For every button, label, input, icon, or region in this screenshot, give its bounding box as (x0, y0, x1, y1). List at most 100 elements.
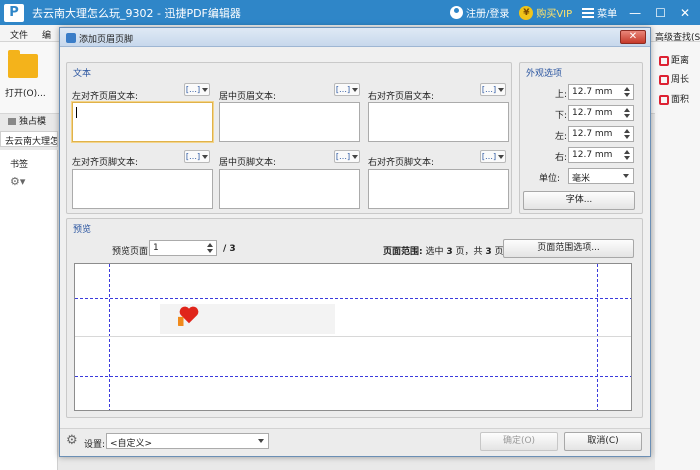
center-header-input[interactable] (219, 102, 360, 142)
page-range-text-1: 选中 (425, 247, 444, 257)
margin-bottom-spinner[interactable]: 12.7 mm (568, 105, 634, 121)
menu-edit[interactable]: 编 (42, 28, 51, 41)
insert-macro-icon: […] (481, 152, 497, 161)
right-tool-pane (655, 42, 700, 470)
spinner-arrows-icon[interactable] (623, 107, 631, 119)
center-footer-input[interactable] (219, 169, 360, 209)
font-button[interactable]: 字体... (523, 191, 635, 210)
right-footer-insert-button[interactable]: […] (480, 150, 506, 163)
margin-right-spinner[interactable]: 12.7 mm (568, 147, 634, 163)
distance-icon (659, 55, 669, 66)
right-footer-input[interactable] (368, 169, 509, 209)
preview-group-title: 预览 (73, 225, 92, 235)
insert-macro-icon: […] (185, 85, 201, 94)
header-margin-guide (75, 298, 631, 299)
heart-logo-icon (178, 306, 199, 326)
exclusive-mode-icon (8, 118, 16, 125)
margin-left-label: 左: (555, 132, 568, 142)
dialog-icon (66, 33, 76, 43)
margin-top-value: 12.7 mm (572, 87, 613, 97)
unit-select[interactable]: 毫米 (568, 168, 634, 184)
center-header-insert-button[interactable]: […] (334, 83, 360, 96)
gear-icon[interactable]: ⚙ (66, 434, 80, 448)
maximize-button[interactable]: ☐ (653, 6, 668, 20)
settings-select[interactable]: <自定义> (106, 433, 269, 449)
advanced-search-button[interactable]: 高级查找(S) (655, 30, 700, 43)
left-header-input[interactable] (72, 102, 213, 142)
preview-page-label: 预览页面 (112, 247, 149, 257)
menu-label: 菜单 (597, 9, 618, 20)
exclusive-mode-button[interactable]: 独占模 (8, 114, 46, 127)
dialog-close-button[interactable]: ✕ (620, 30, 646, 44)
bookmark-options-icon[interactable]: ⚙▾ (10, 175, 25, 188)
page-range-label: 页面范围: (383, 247, 423, 257)
settings-value: <自定义> (110, 439, 153, 449)
center-footer-insert-button[interactable]: […] (334, 150, 360, 163)
spinner-arrows-icon[interactable] (623, 128, 631, 140)
page-range-options-button[interactable]: 页面范围选项... (503, 239, 634, 258)
preview-page-total: / 3 (223, 244, 236, 254)
margin-right-value: 12.7 mm (572, 150, 613, 160)
spinner-arrows-icon[interactable] (623, 86, 631, 98)
settings-label: 设置: (84, 440, 106, 450)
menu-file[interactable]: 文件 (10, 28, 28, 41)
unit-value: 毫米 (572, 174, 591, 184)
right-header-input[interactable] (368, 102, 509, 142)
open-folder-icon[interactable] (8, 50, 38, 78)
app-title: 去云南大理怎么玩_9302 - 迅捷PDF编辑器 (32, 6, 241, 20)
insert-macro-icon: […] (335, 152, 351, 161)
login-label: 注册/登录 (465, 9, 510, 20)
cancel-button[interactable]: 取消(C) (564, 432, 642, 451)
margin-top-spinner[interactable]: 12.7 mm (568, 84, 634, 100)
menu-button[interactable]: 菜单 (582, 5, 617, 20)
menu-icon (582, 7, 595, 18)
open-button-label[interactable]: 打开(O)... (5, 86, 46, 99)
close-window-button[interactable]: ✕ (678, 6, 692, 20)
minimize-button[interactable]: — (627, 6, 643, 20)
distance-tool[interactable]: 距离 (659, 53, 689, 66)
preview-page-spinner[interactable]: 1 (149, 240, 217, 256)
area-label: 面积 (671, 95, 690, 105)
perimeter-tool[interactable]: 周长 (659, 72, 689, 85)
app-title-bar: P 去云南大理怎么玩_9302 - 迅捷PDF编辑器 注册/登录 ¥ 购买VIP… (0, 0, 700, 25)
margin-right-label: 右: (555, 153, 568, 163)
margin-top-label: 上: (555, 90, 568, 100)
chevron-down-icon (498, 154, 505, 159)
preview-page-value: 1 (153, 243, 159, 253)
bookmarks-label: 书签 (10, 160, 29, 170)
appearance-group-title: 外观选项 (526, 69, 563, 79)
left-header-insert-button[interactable]: […] (184, 83, 210, 96)
right-footer-label: 右对齐页脚文本: (368, 158, 435, 168)
right-header-insert-button[interactable]: […] (480, 83, 506, 96)
area-icon (659, 94, 669, 105)
text-caret (76, 107, 77, 118)
center-footer-label: 居中页脚文本: (219, 158, 277, 168)
perimeter-label: 周长 (671, 75, 690, 85)
right-header-label: 右对齐页眉文本: (368, 92, 435, 102)
page-range-summary: 页面范围: 选中 3 页，共 3 页 (383, 244, 504, 257)
login-button[interactable]: 注册/登录 (449, 5, 510, 20)
margin-left-spinner[interactable]: 12.7 mm (568, 126, 634, 142)
area-tool[interactable]: 面积 (659, 92, 689, 105)
user-icon (449, 6, 463, 19)
chevron-down-icon (258, 439, 264, 443)
margin-bottom-label: 下: (555, 111, 568, 121)
spinner-arrows-icon[interactable] (206, 242, 214, 254)
chevron-down-icon (623, 174, 629, 178)
buy-vip-button[interactable]: ¥ 购买VIP (519, 5, 572, 20)
chevron-down-icon (498, 87, 505, 92)
exclusive-mode-label: 独占模 (19, 117, 47, 127)
left-margin-guide (109, 264, 110, 410)
left-footer-label: 左对齐页脚文本: (72, 158, 139, 168)
chevron-down-icon (202, 154, 209, 159)
distance-label: 距离 (671, 56, 690, 66)
insert-macro-icon: […] (335, 85, 351, 94)
ok-button[interactable]: 确定(O) (480, 432, 558, 451)
document-tab[interactable]: 去云南大理怎么玩 (0, 131, 58, 147)
left-footer-input[interactable] (72, 169, 213, 209)
coin-icon: ¥ (519, 5, 534, 20)
text-group-title: 文本 (73, 69, 92, 79)
spinner-arrows-icon[interactable] (623, 149, 631, 161)
margin-left-value: 12.7 mm (572, 129, 613, 139)
left-footer-insert-button[interactable]: […] (184, 150, 210, 163)
